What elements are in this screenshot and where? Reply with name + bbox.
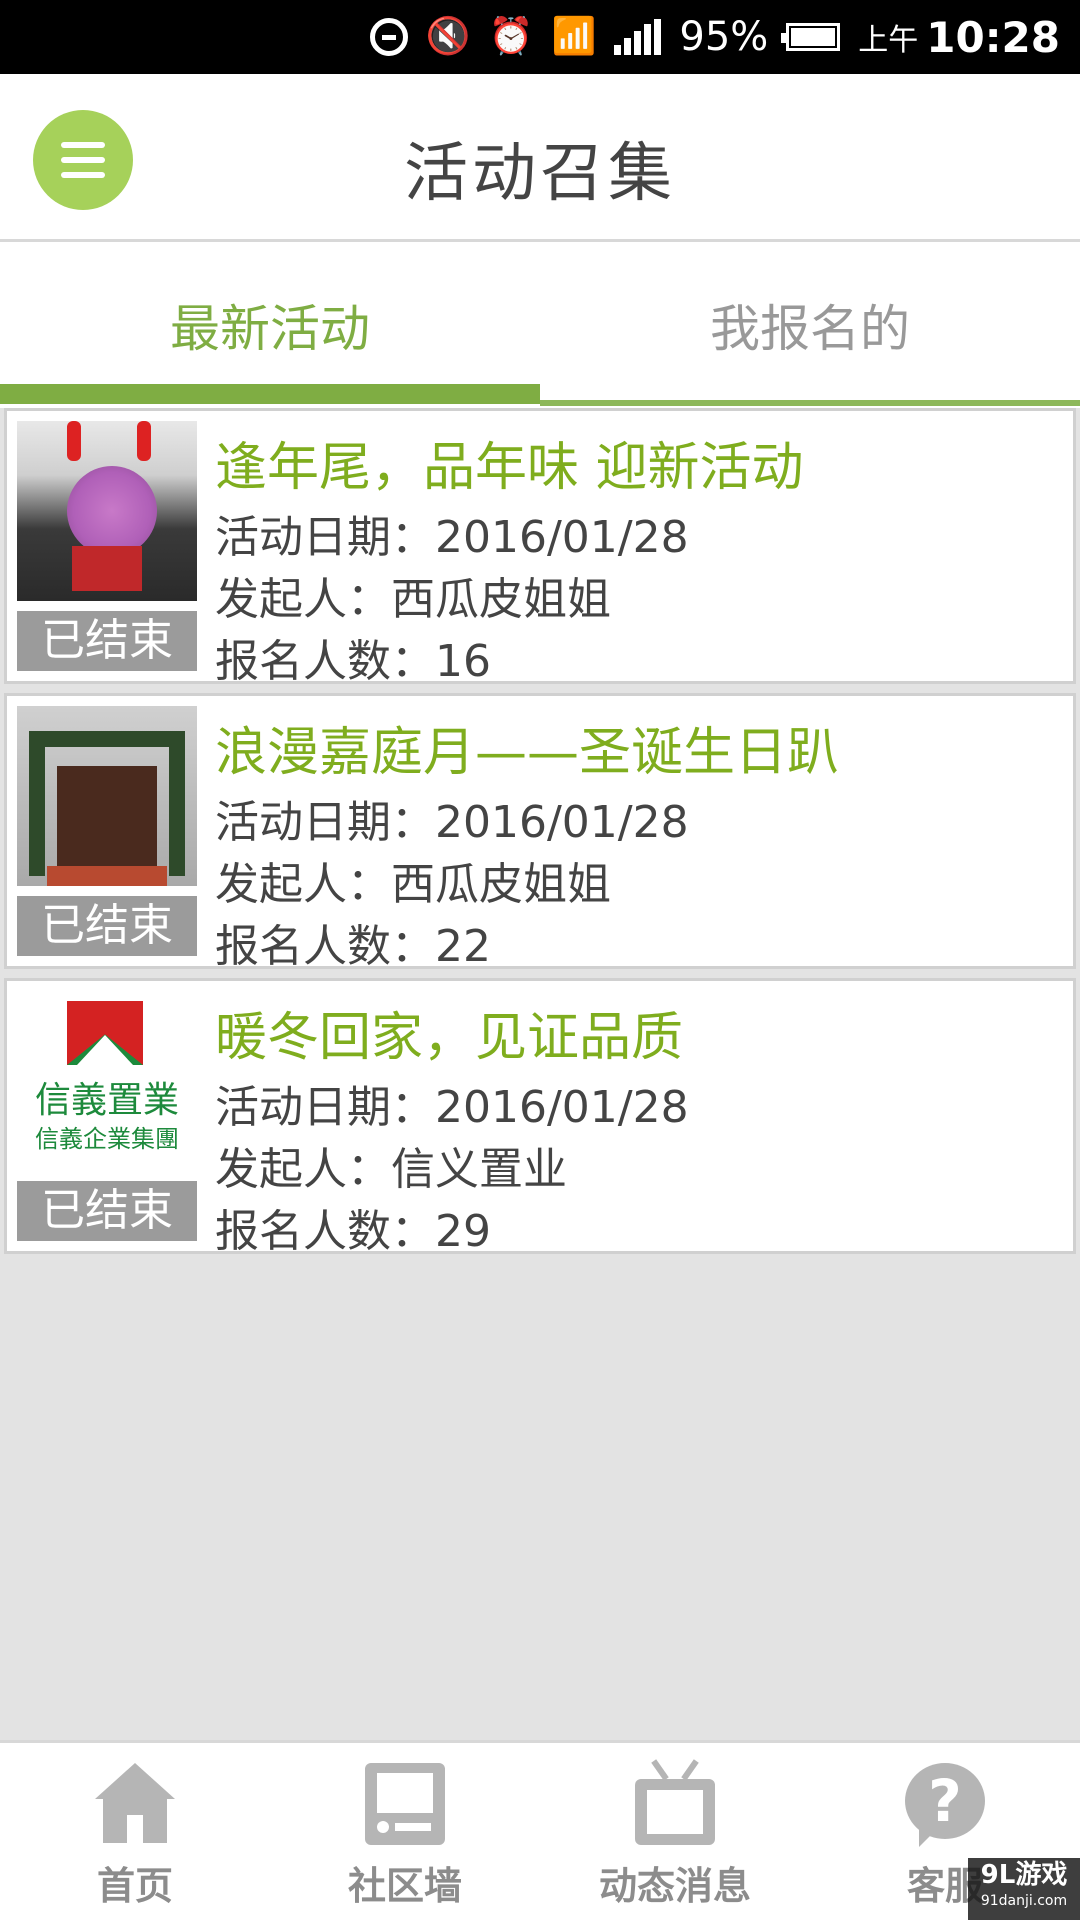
activity-title[interactable]: 逢年尾，品年味 迎新活动 (215, 425, 804, 500)
status-ampm: 上午 (858, 23, 919, 58)
tab-divider (540, 400, 1080, 406)
bottom-nav: 首页 社区墙 动态消息 ? 客服 (0, 1740, 1080, 1920)
home-icon (95, 1763, 175, 1845)
battery-percent: 95% (679, 14, 769, 60)
mute-icon: 🔇 (425, 16, 471, 57)
activity-card[interactable]: 已结束 逢年尾，品年味 迎新活动 活动日期：2016/01/28 发起人：西瓜皮… (4, 408, 1076, 687)
do-not-disturb-icon (369, 18, 408, 56)
activity-title[interactable]: 暖冬回家，见证品质 (215, 995, 683, 1070)
header: 活动召集 (0, 74, 1080, 242)
nav-item-community-wall[interactable]: 社区墙 (270, 1743, 540, 1920)
logo-subtext: 信義企業集團 (35, 1125, 179, 1153)
activity-card[interactable]: 已结束 浪漫嘉庭月——圣诞生日趴 活动日期：2016/01/28 发起人：西瓜皮… (4, 693, 1076, 972)
activity-signups: 报名人数：22 (215, 921, 491, 972)
battery-charging-icon (781, 23, 841, 51)
activity-signups: 报名人数：16 (215, 636, 491, 687)
nav-item-home[interactable]: 首页 (0, 1743, 270, 1920)
community-wall-icon (365, 1763, 445, 1845)
page-title: 活动召集 (404, 137, 676, 211)
activity-organizer: 发起人：西瓜皮姐姐 (215, 574, 611, 625)
watermark: 9L游戏 91danji.com (968, 1858, 1080, 1920)
activity-thumbnail (17, 421, 197, 601)
status-bar: 🔇 ⏰ 📶 95% 上午 10:28 (0, 0, 1080, 74)
tv-news-icon (635, 1759, 715, 1845)
activity-date: 活动日期：2016/01/28 (215, 797, 689, 848)
status-time: 10:28 (926, 12, 1060, 62)
active-tab-indicator (0, 384, 540, 404)
signal-icon (614, 19, 662, 55)
wifi-icon: 📶 (551, 16, 597, 57)
status-badge: 已结束 (17, 896, 197, 956)
activity-signups: 报名人数：29 (215, 1206, 491, 1257)
help-icon: ? (905, 1763, 985, 1847)
activity-organizer: 发起人：西瓜皮姐姐 (215, 859, 611, 910)
tab-my-signups[interactable]: 我报名的 (540, 242, 1080, 408)
activity-card[interactable]: 信義置業 信義企業集團 已结束 暖冬回家，见证品质 活动日期：2016/01/2… (4, 978, 1076, 1257)
nav-label: 动态消息 (598, 1864, 751, 1908)
logo-text: 信義置業 (34, 1080, 179, 1121)
status-badge: 已结束 (17, 611, 197, 671)
alarm-icon: ⏰ (488, 16, 534, 57)
activity-date: 活动日期：2016/01/28 (215, 1082, 689, 1133)
activity-title[interactable]: 浪漫嘉庭月——圣诞生日趴 (215, 710, 839, 785)
activity-thumbnail (17, 706, 197, 886)
status-badge: 已结束 (17, 1181, 197, 1241)
nav-label: 首页 (96, 1864, 173, 1908)
nav-item-news[interactable]: 动态消息 (540, 1743, 810, 1920)
nav-label: 社区墙 (347, 1864, 462, 1908)
activity-date: 活动日期：2016/01/28 (215, 512, 689, 563)
activity-thumbnail: 信義置業 信義企業集團 (17, 991, 197, 1171)
activity-organizer: 发起人：信义置业 (215, 1144, 567, 1195)
